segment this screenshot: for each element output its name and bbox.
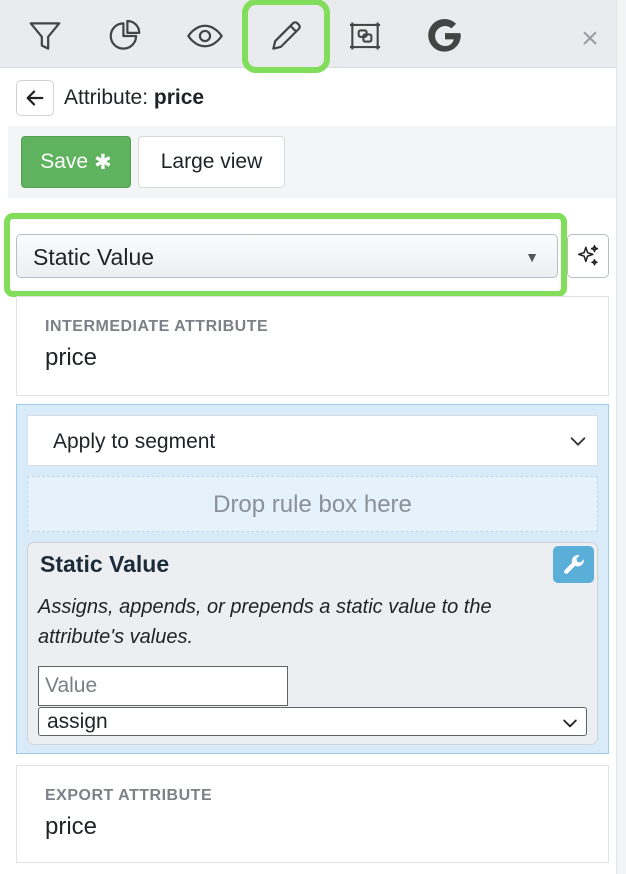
rule-card-title: Static Value <box>40 551 170 577</box>
save-button[interactable]: Save ✱ <box>21 136 131 188</box>
arrow-left-icon <box>26 90 44 106</box>
rule-settings-button[interactable] <box>553 546 594 583</box>
rule-type-select[interactable]: Static Value ▼ <box>16 234 558 278</box>
segment-select[interactable]: Apply to segment <box>27 415 598 466</box>
intermediate-attribute-label: INTERMEDIATE ATTRIBUTE <box>45 318 269 335</box>
eye-icon <box>187 24 223 48</box>
assign-mode-value: assign <box>47 710 108 733</box>
chevron-down-icon <box>570 437 586 446</box>
google-icon <box>428 19 461 52</box>
edit-tool-button[interactable] <box>242 0 330 73</box>
rule-type-value: Static Value <box>33 244 155 270</box>
sparkles-icon <box>578 244 599 266</box>
pie-chart-icon <box>109 19 141 50</box>
attribute-name: price <box>153 86 205 109</box>
pencil-icon <box>272 21 301 50</box>
filter-icon <box>29 22 61 50</box>
export-attribute-value: price <box>45 813 98 840</box>
save-label: Save <box>40 150 89 173</box>
close-icon: × <box>581 22 599 55</box>
title-prefix: Attribute: <box>64 86 149 109</box>
static-value-input[interactable] <box>38 666 288 706</box>
assign-mode-select[interactable]: assign <box>38 707 587 736</box>
unsaved-asterisk-icon: ✱ <box>94 150 112 174</box>
export-attribute-label: EXPORT ATTRIBUTE <box>45 787 213 804</box>
rule-card-description: Assigns, appends, or prepends a static v… <box>38 596 492 648</box>
intermediate-attribute-value: price <box>45 344 98 371</box>
close-panel-button[interactable]: × <box>566 17 614 61</box>
ai-suggest-button[interactable] <box>567 234 609 278</box>
layout-frame-icon <box>349 22 381 50</box>
chart-tool-button[interactable] <box>87 5 163 67</box>
large-view-label: Large view <box>160 150 263 173</box>
layout-tool-button[interactable] <box>327 5 403 67</box>
preview-tool-button[interactable] <box>167 5 243 67</box>
toolbar: × <box>0 0 616 73</box>
back-button[interactable] <box>16 80 54 116</box>
drop-zone-text: Drop rule box here <box>213 491 412 518</box>
google-tool-button[interactable] <box>407 5 483 67</box>
rule-drop-zone[interactable]: Drop rule box here <box>27 476 598 532</box>
wrench-icon <box>563 554 584 574</box>
filter-tool-button[interactable] <box>7 5 83 67</box>
chevron-down-icon <box>563 719 577 728</box>
page-title: Attribute: price <box>64 85 204 111</box>
segment-select-value: Apply to segment <box>53 430 216 453</box>
panel-edge <box>616 0 626 874</box>
dropdown-arrow-icon: ▼ <box>525 249 539 265</box>
large-view-button[interactable]: Large view <box>138 136 285 188</box>
intermediate-attribute-box: INTERMEDIATE ATTRIBUTE price <box>16 296 609 396</box>
export-attribute-box: EXPORT ATTRIBUTE price <box>16 765 609 863</box>
